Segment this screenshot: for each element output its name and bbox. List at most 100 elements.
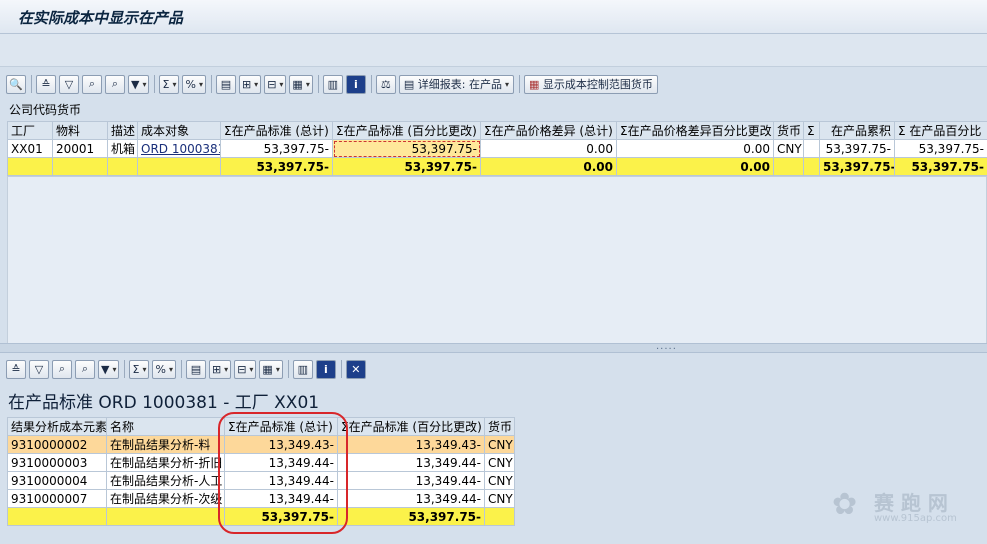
filter-button[interactable]: ▽ [29,359,49,379]
toolbar-separator [154,75,156,93]
cost-element-cell[interactable]: 9310000002 [7,435,107,454]
show-controlling-area-currency-button[interactable]: ▦ 显示成本控制范围货币 [523,74,658,94]
table-row[interactable]: XX01 20001 机箱 ORD 1000381 53,397.75- 53,… [7,139,987,158]
price-variance-total-cell[interactable]: 0.00 [480,139,617,158]
info-icon: i [353,77,358,91]
cost-element-cell[interactable]: 9310000007 [7,489,107,508]
material-cell[interactable]: 20001 [52,139,108,158]
column-header[interactable]: Σ 在产品百分比 [894,121,987,140]
wip-std-total-cell[interactable]: 53,397.75- [220,139,333,158]
column-header[interactable]: 货币 [773,121,804,140]
price-variance-pct-cell[interactable]: 0.00 [616,139,774,158]
std-pct-cell[interactable]: 13,349.43- [337,435,485,454]
watermark-logo: ✿ 赛 跑 网 www.915ap.com [832,487,982,531]
cost-element-cell[interactable]: 9310000004 [7,471,107,490]
column-header[interactable]: Σ在产品价格差异 (总计) [480,121,617,140]
subtotal-button[interactable]: % ▾ [152,359,176,379]
sum-button[interactable]: Σ ▾ [159,74,180,94]
set-filter-button[interactable]: ▼ ▾ [98,359,120,379]
layout-button[interactable]: ⊟ ▾ [264,74,287,94]
splitter-handle[interactable]: ..... [0,341,987,353]
graphic-icon: ▥ [327,77,339,91]
table-row[interactable]: 9310000004 在制品结果分析-人工 13,349.44- 13,349.… [7,471,515,490]
name-cell[interactable]: 在制品结果分析-次级 [106,489,225,508]
column-header[interactable]: 工厂 [7,121,53,140]
info-button[interactable]: i [345,74,366,94]
set-filter-button[interactable]: ▼ ▾ [128,74,150,94]
column-header[interactable]: 成本对象 [137,121,221,140]
column-header[interactable]: Σ在产品标准 (百分比更改) [332,121,481,140]
layout-columns-button[interactable]: ▦ ▾ [259,359,283,379]
column-header[interactable]: 结果分析成本元素 [7,417,107,436]
column-header[interactable]: 名称 [106,417,225,436]
export-button[interactable]: ⊞ ▾ [208,359,232,379]
graphic-button[interactable]: ▥ [292,359,313,379]
subtotal-button[interactable]: % ▾ [182,74,206,94]
column-header[interactable]: 物料 [52,121,108,140]
std-total-cell[interactable]: 13,349.44- [224,453,338,472]
wip-accum-cell[interactable]: 53,397.75- [819,139,895,158]
plant-cell[interactable]: XX01 [7,139,53,158]
column-header[interactable]: 货币 [484,417,515,436]
std-total-cell[interactable]: 13,349.44- [224,489,338,508]
table-row[interactable]: 9310000003 在制品结果分析-折旧 13,349.44- 13,349.… [7,453,515,472]
abc-analysis-button[interactable]: ⚖ [375,74,396,94]
total-var-total: 0.00 [480,157,617,176]
std-total-cell[interactable]: 13,349.43- [224,435,338,454]
std-total-cell[interactable]: 13,349.44- [224,471,338,490]
currency-cell[interactable]: CNY [484,453,515,472]
cost-object-link-text[interactable]: ORD 1000381 [141,142,220,156]
layout-button[interactable]: ⊟ ▾ [234,359,257,379]
info-button[interactable]: i [315,359,336,379]
print-preview-button[interactable]: ▤ [185,359,206,379]
currency-cell[interactable]: CNY [484,435,515,454]
std-pct-cell[interactable]: 13,349.44- [337,453,485,472]
name-cell[interactable]: 在制品结果分析-折旧 [106,453,225,472]
column-header[interactable]: Σ [803,121,820,140]
column-header[interactable]: Σ在产品标准 (总计) [224,417,338,436]
column-header[interactable]: Σ在产品价格差异百分比更改 [616,121,774,140]
find-button[interactable]: ⌕ [82,74,102,94]
export-button[interactable]: ⊞ ▾ [238,74,262,94]
std-pct-cell[interactable]: 13,349.44- [337,471,485,490]
filter-icon: ▽ [34,362,44,376]
detail-report-dropdown[interactable]: ▤ 详细报表: 在产品 ▾ [398,74,514,94]
filter-button[interactable]: ▽ [59,74,79,94]
sum-button[interactable]: Σ ▾ [129,359,150,379]
column-header[interactable]: 在产品累积 [819,121,895,140]
column-header[interactable]: Σ在产品标准 (总计) [220,121,333,140]
description-cell[interactable]: 机箱 [107,139,138,158]
total-std-pct: 53,397.75- [332,157,481,176]
watermark-emblem: ✿ [832,487,858,522]
currency-icon: ▦ [528,77,540,91]
cost-element-cell[interactable]: 9310000003 [7,453,107,472]
print-preview-button[interactable]: ▤ [215,74,236,94]
currency-cell[interactable]: CNY [484,471,515,490]
sort-ascending-button[interactable]: ≙ [6,359,26,379]
name-cell[interactable]: 在制品结果分析-料 [106,435,225,454]
name-cell[interactable]: 在制品结果分析-人工 [106,471,225,490]
sort-ascending-button[interactable]: ≙ [36,74,56,94]
total-cell [107,157,138,176]
details-button[interactable]: 🔍 [6,74,26,94]
find-button[interactable]: ⌕ [52,359,72,379]
currency-cell[interactable]: CNY [773,139,804,158]
toolbar-separator [210,75,212,93]
cost-object-link[interactable]: ORD 1000381 [137,139,221,158]
wip-std-pct-cell[interactable]: 53,397.75- [332,139,481,158]
layout-columns-button[interactable]: ▦ ▾ [289,74,313,94]
wip-pct-cell[interactable]: 53,397.75- [894,139,987,158]
find-next-button[interactable]: ⌕ [75,359,95,379]
chevron-down-icon: ▾ [172,79,177,89]
find-next-button[interactable]: ⌕ [105,74,125,94]
currency-cell[interactable]: CNY [484,489,515,508]
column-header[interactable]: 描述 [107,121,138,140]
close-button[interactable]: ✕ [345,359,366,379]
column-header[interactable]: Σ在产品标准 (百分比更改) [337,417,485,436]
export-icon: ⊞ [241,77,252,91]
table-row[interactable]: 9310000002 在制品结果分析-料 13,349.43- 13,349.4… [7,435,515,454]
total-cell [484,507,515,526]
graphic-button[interactable]: ▥ [322,74,343,94]
std-pct-cell[interactable]: 13,349.44- [337,489,485,508]
table-row[interactable]: 9310000007 在制品结果分析-次级 13,349.44- 13,349.… [7,489,515,508]
